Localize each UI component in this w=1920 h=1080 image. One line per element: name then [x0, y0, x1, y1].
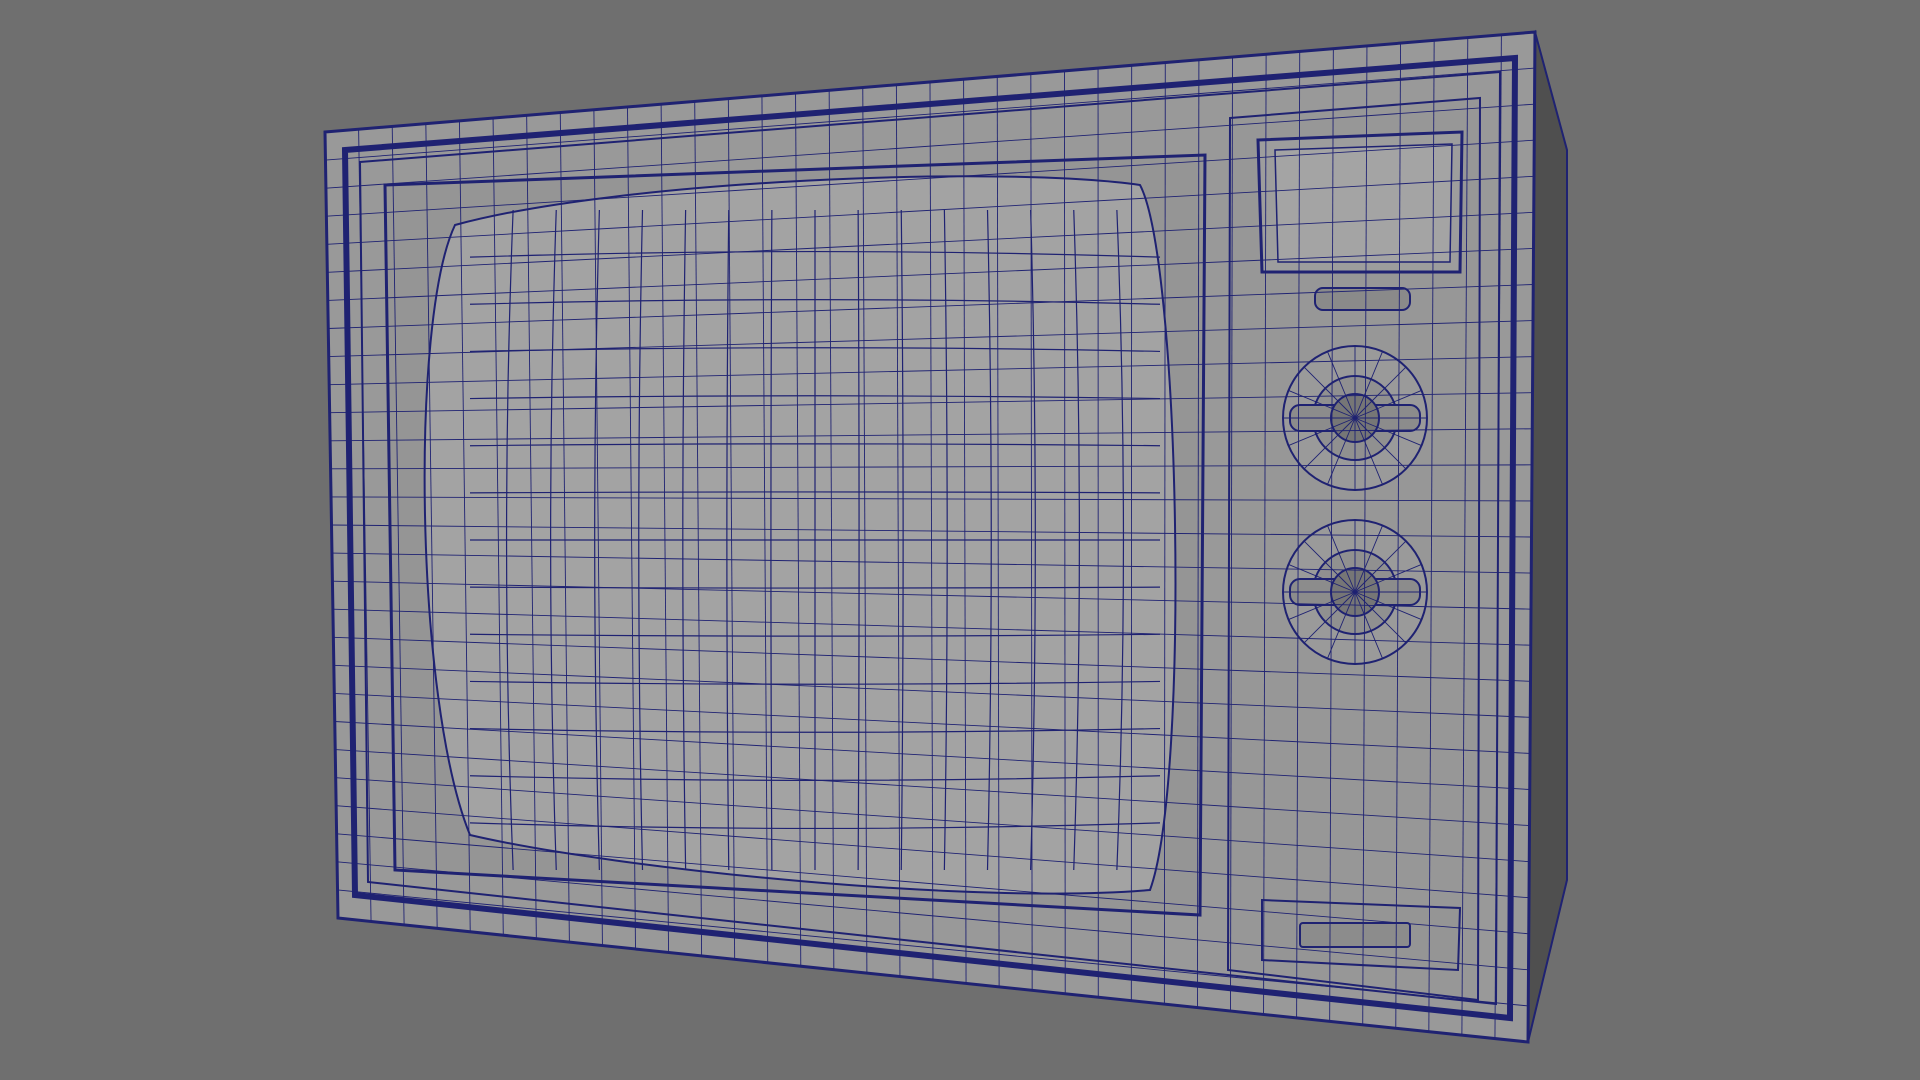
power-switch[interactable]	[1299, 922, 1411, 948]
3d-viewport[interactable]	[0, 0, 1920, 1080]
display-window-inner	[1274, 143, 1453, 263]
wireframe-canvas[interactable]	[0, 0, 1920, 1080]
tuner-slot[interactable]	[1314, 287, 1411, 311]
